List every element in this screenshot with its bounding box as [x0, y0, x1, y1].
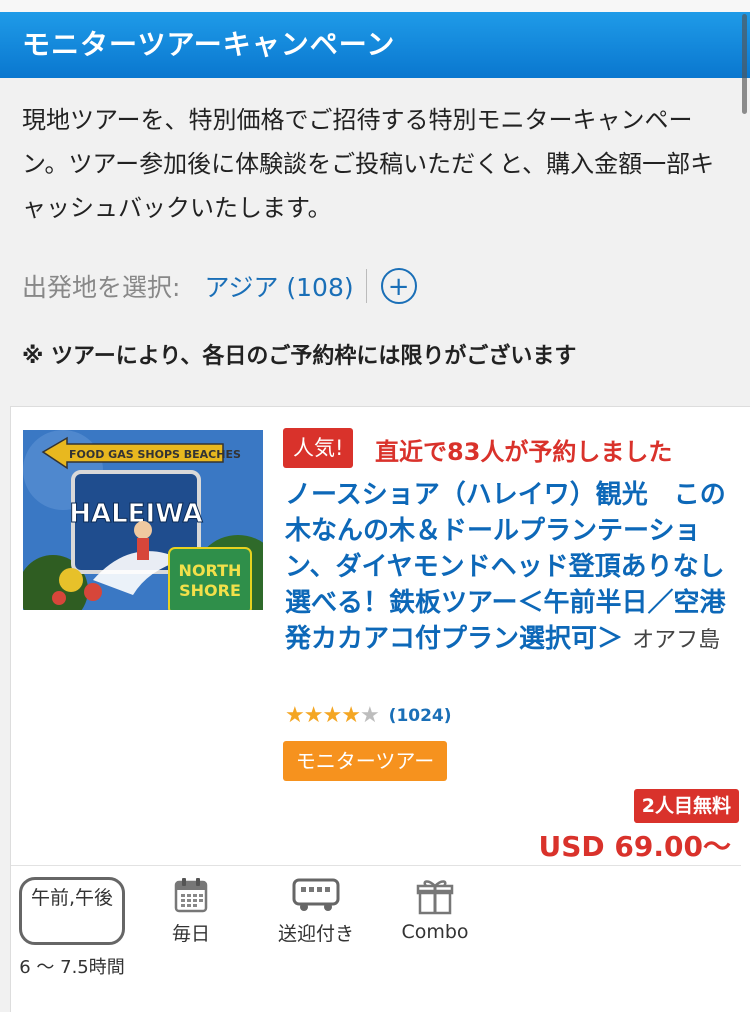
- second-person-free-badge: 2人目無料: [633, 789, 739, 823]
- feature-daily: 毎日: [161, 877, 221, 946]
- feature-pickup: 送迎付き: [266, 877, 366, 946]
- star-icon: ★: [341, 703, 361, 728]
- feature-combo-label: Combo: [401, 921, 469, 943]
- origin-selector: 出発地を選択: アジア (108) +: [22, 266, 417, 306]
- availability-notice: ※ ツアーにより、各日のご予約枠には限りがございます: [22, 344, 577, 369]
- tour-card[interactable]: FOOD GAS SHOPS BEACHES HALEIWA NORTH SHO…: [10, 406, 750, 1012]
- campaign-header: モニターツアーキャンペーン: [0, 12, 750, 78]
- card-divider: [11, 865, 741, 866]
- campaign-title: モニターツアーキャンペーン: [22, 28, 396, 61]
- haleiwa-sign-image: FOOD GAS SHOPS BEACHES HALEIWA NORTH SHO…: [23, 430, 263, 610]
- gift-icon: [416, 880, 454, 915]
- tour-duration: 6 〜 7.5時間: [19, 957, 125, 978]
- calendar-icon: [174, 878, 208, 913]
- recent-bookings-text: 直近で83人が予約しました: [375, 438, 673, 466]
- origin-asia-link[interactable]: アジア (108): [204, 268, 353, 304]
- star-icon: ★: [322, 703, 342, 728]
- time-of-day-badge: 午前,午後: [19, 877, 125, 945]
- monitor-tour-badge: モニターツアー: [283, 741, 447, 781]
- feature-pickup-label: 送迎付き: [277, 923, 354, 945]
- rating-stars: ★★★★★: [285, 703, 380, 728]
- tour-region: オアフ島: [632, 628, 721, 653]
- star-icon: ★: [285, 703, 305, 728]
- sign-shore-text: SHORE: [179, 581, 241, 600]
- feature-daily-label: 毎日: [171, 923, 210, 945]
- origin-label: 出発地を選択:: [22, 273, 181, 302]
- origin-divider: [365, 269, 367, 303]
- popular-badge: 人気!: [283, 428, 354, 468]
- scrollbar[interactable]: [742, 14, 747, 114]
- feature-combo: Combo: [395, 877, 475, 943]
- star-icon: ★: [303, 703, 324, 728]
- status-strip: [0, 0, 750, 12]
- review-count[interactable]: (1024): [389, 706, 452, 726]
- bus-icon: [292, 878, 340, 911]
- star-empty-icon: ★: [359, 703, 380, 728]
- tour-title-link[interactable]: ノースショア（ハレイワ）観光 この木なんの木＆ドールプランテーション、ダイヤモン…: [285, 477, 731, 659]
- tour-thumbnail[interactable]: FOOD GAS SHOPS BEACHES HALEIWA NORTH SHO…: [23, 430, 263, 610]
- campaign-description: 現地ツアーを、特別価格でご招待する特別モニターキャンペーン。ツアー参加後に体験談…: [22, 106, 715, 222]
- tour-price: USD 69.00〜: [538, 830, 731, 863]
- add-origin-button[interactable]: +: [380, 268, 417, 304]
- sign-north-text: NORTH: [179, 561, 242, 580]
- sign-top-text: FOOD GAS SHOPS BEACHES: [69, 448, 241, 461]
- tour-rating: ★★★★★ (1024): [285, 703, 452, 728]
